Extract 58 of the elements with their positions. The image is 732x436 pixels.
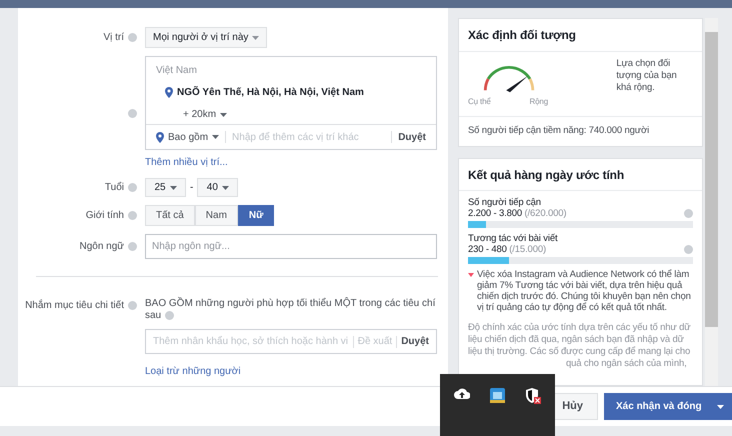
targeting-description: BAO GỒM những người phù hợp tối thiểu MỘT trong các tiêu chí sau: [145, 298, 436, 322]
card-title: Kết quả hàng ngày ước tính: [468, 166, 624, 184]
field-label: Tuổi: [104, 180, 124, 195]
targeting-search-field[interactable]: Thêm nhân khẩu học, sở thích hoặc hành vi Đề xuất Duyệt: [145, 329, 437, 354]
caret-icon: [717, 404, 724, 408]
gender-option[interactable]: Tất cả: [145, 205, 195, 226]
location-search-field[interactable]: Nhập để thêm các vị trí khác: [232, 130, 386, 144]
pin-icon: [165, 87, 173, 98]
shield-icon[interactable]: [525, 388, 541, 404]
field-label: Vị trí: [103, 31, 124, 45]
warning-text: Việc xóa Instagram và Audience Network có thể làm giảm 7% Tương tác với bài viết, dựa trên hiệu quả chiến dịch trước đó. Chúng tôi khuyên bạn nên chọn vị trí quảng cáo tự động để có kết quả tốt nhất.: [477, 269, 692, 313]
add-locations-link[interactable]: Thêm nhiều vị trí...: [145, 155, 438, 170]
gauge-max-label: Rộng: [529, 96, 548, 108]
caret-icon: [212, 135, 220, 139]
audience-note: Lựa chọn đối tượng của bạn khá rộng.: [616, 58, 678, 95]
browse-button[interactable]: Duyệt: [401, 334, 429, 349]
age-separator: -: [190, 181, 194, 195]
card-title: Xác định đối tượng: [468, 27, 576, 44]
age-to-dropdown[interactable]: 40: [197, 178, 238, 197]
browse-button[interactable]: Duyệt: [398, 130, 426, 144]
targeting-input[interactable]: Thêm nhân khẩu học, sở thích hoặc hành vi: [153, 334, 349, 349]
location-mode-dropdown[interactable]: Mọi người ở vị trí này: [145, 27, 268, 48]
gender-option[interactable]: Nữ: [238, 205, 274, 226]
potential-reach: Số người tiếp cận tiềm năng: 740.000 người: [468, 124, 650, 138]
confirm-button[interactable]: Xác nhận và đóng: [604, 393, 732, 420]
age-from-dropdown[interactable]: 25: [145, 178, 186, 197]
country-label: Việt Nam: [156, 64, 198, 78]
metric-name: Tương tác với bài viết: [468, 233, 558, 244]
disclaimer-text: quả cho ngân sách của mình,: [565, 358, 688, 369]
field-label: Ngôn ngữ: [79, 240, 124, 254]
include-dropdown[interactable]: Bao gồm: [168, 130, 220, 144]
gender-option[interactable]: Nam: [194, 205, 238, 226]
field-label: Giới tính: [86, 209, 124, 223]
info-icon: [684, 245, 693, 254]
info-icon: [128, 108, 137, 118]
language-field[interactable]: Nhập ngôn ngữ...: [145, 234, 437, 259]
location-item: NGÕ Yên Thế, Hà Nội, Hà Nội, Việt Nam: [177, 85, 364, 100]
info-icon: [165, 310, 174, 320]
metric-range: 2.200 - 3.800 (/620.000): [468, 208, 566, 219]
info-icon: [128, 301, 137, 310]
info-icon: [128, 183, 137, 192]
info-icon: [128, 242, 137, 251]
caret-icon: [220, 112, 228, 116]
metric-range: 230 - 480 (/15.000): [468, 244, 546, 255]
caret-icon: [170, 186, 177, 190]
exclude-people-link[interactable]: Loại trừ những người: [145, 364, 438, 379]
cloud-upload-icon[interactable]: [454, 388, 470, 400]
info-icon: [684, 209, 693, 218]
metric-name: Số người tiếp cận: [468, 197, 542, 208]
down-triangle-icon: [468, 273, 474, 277]
radius-dropdown[interactable]: + 20km: [156, 107, 228, 122]
gauge-min-label: Cụ thể: [468, 96, 491, 108]
field-label: Nhắm mục tiêu chi tiết: [25, 298, 124, 313]
info-icon: [128, 211, 137, 220]
info-icon: [128, 33, 137, 42]
caret-icon: [222, 186, 229, 190]
caret-icon: [252, 36, 260, 40]
pin-icon: [156, 132, 164, 142]
